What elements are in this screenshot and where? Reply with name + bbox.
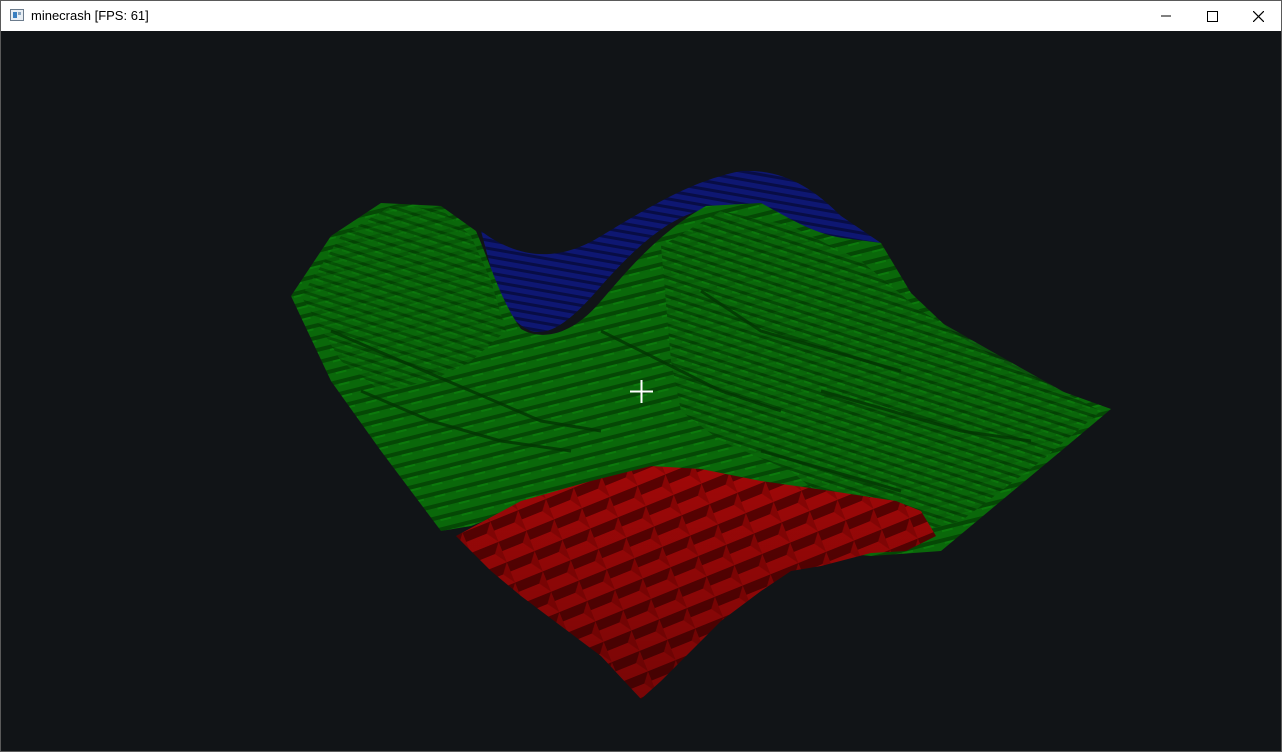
minimize-icon <box>1161 15 1171 17</box>
close-button[interactable] <box>1235 1 1281 31</box>
close-icon <box>1253 11 1264 22</box>
title-bar[interactable]: minecrash [FPS: 61] <box>1 1 1281 31</box>
lava-shade <box>456 466 936 699</box>
game-viewport[interactable] <box>1 31 1281 751</box>
maximize-icon <box>1207 11 1218 22</box>
crosshair-icon <box>630 380 653 403</box>
maximize-button[interactable] <box>1189 1 1235 31</box>
window-title: minecrash [FPS: 61] <box>31 8 149 23</box>
app-window-icon <box>10 9 24 21</box>
game-window: minecrash [FPS: 61] <box>0 0 1282 752</box>
minimize-button[interactable] <box>1143 1 1189 31</box>
